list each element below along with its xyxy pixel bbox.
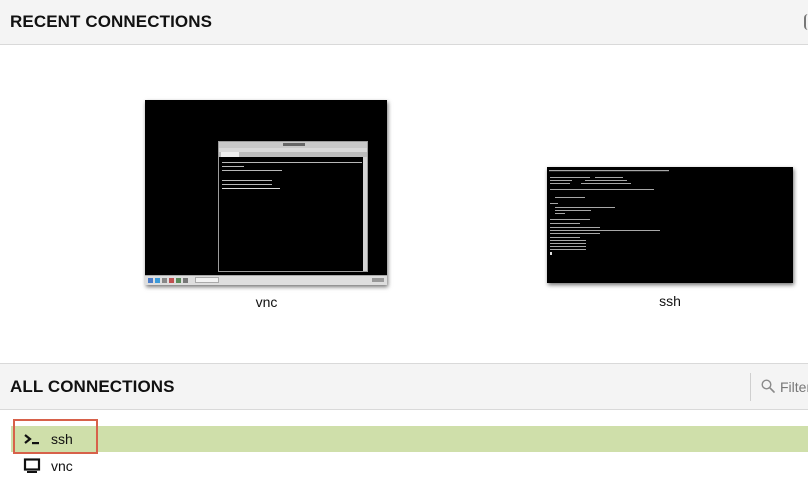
user-menu-edge[interactable] bbox=[804, 14, 808, 30]
search-icon bbox=[761, 379, 775, 393]
filter-box[interactable] bbox=[758, 376, 808, 400]
connection-row-ssh[interactable]: ssh bbox=[11, 426, 808, 452]
recent-connection-label[interactable]: ssh bbox=[547, 293, 793, 309]
ssh-terminal-lines bbox=[549, 170, 669, 255]
vnc-taskbar bbox=[145, 275, 387, 285]
connection-label[interactable]: vnc bbox=[51, 458, 73, 474]
all-connections-header: ALL CONNECTIONS bbox=[0, 363, 808, 410]
recent-connection-vnc[interactable]: vnc bbox=[145, 100, 388, 310]
vnc-terminal-window bbox=[218, 141, 368, 272]
recent-connections-title: RECENT CONNECTIONS bbox=[10, 12, 213, 31]
selection-highlight bbox=[13, 419, 98, 454]
ssh-thumbnail[interactable] bbox=[547, 167, 793, 283]
recent-connection-ssh[interactable]: ssh bbox=[547, 167, 793, 309]
filter-input[interactable] bbox=[780, 376, 808, 398]
filter-divider bbox=[750, 373, 751, 401]
guacamole-home: RECENT CONNECTIONS vnc ssh ALL CONNECTIO… bbox=[0, 0, 808, 490]
recent-connections-header: RECENT CONNECTIONS bbox=[0, 0, 808, 45]
vnc-thumbnail[interactable] bbox=[145, 100, 387, 285]
recent-connection-label[interactable]: vnc bbox=[145, 294, 388, 310]
all-connections-title: ALL CONNECTIONS bbox=[10, 377, 175, 396]
desktop-icon bbox=[23, 458, 41, 473]
connection-row-vnc[interactable]: vnc bbox=[11, 453, 808, 479]
